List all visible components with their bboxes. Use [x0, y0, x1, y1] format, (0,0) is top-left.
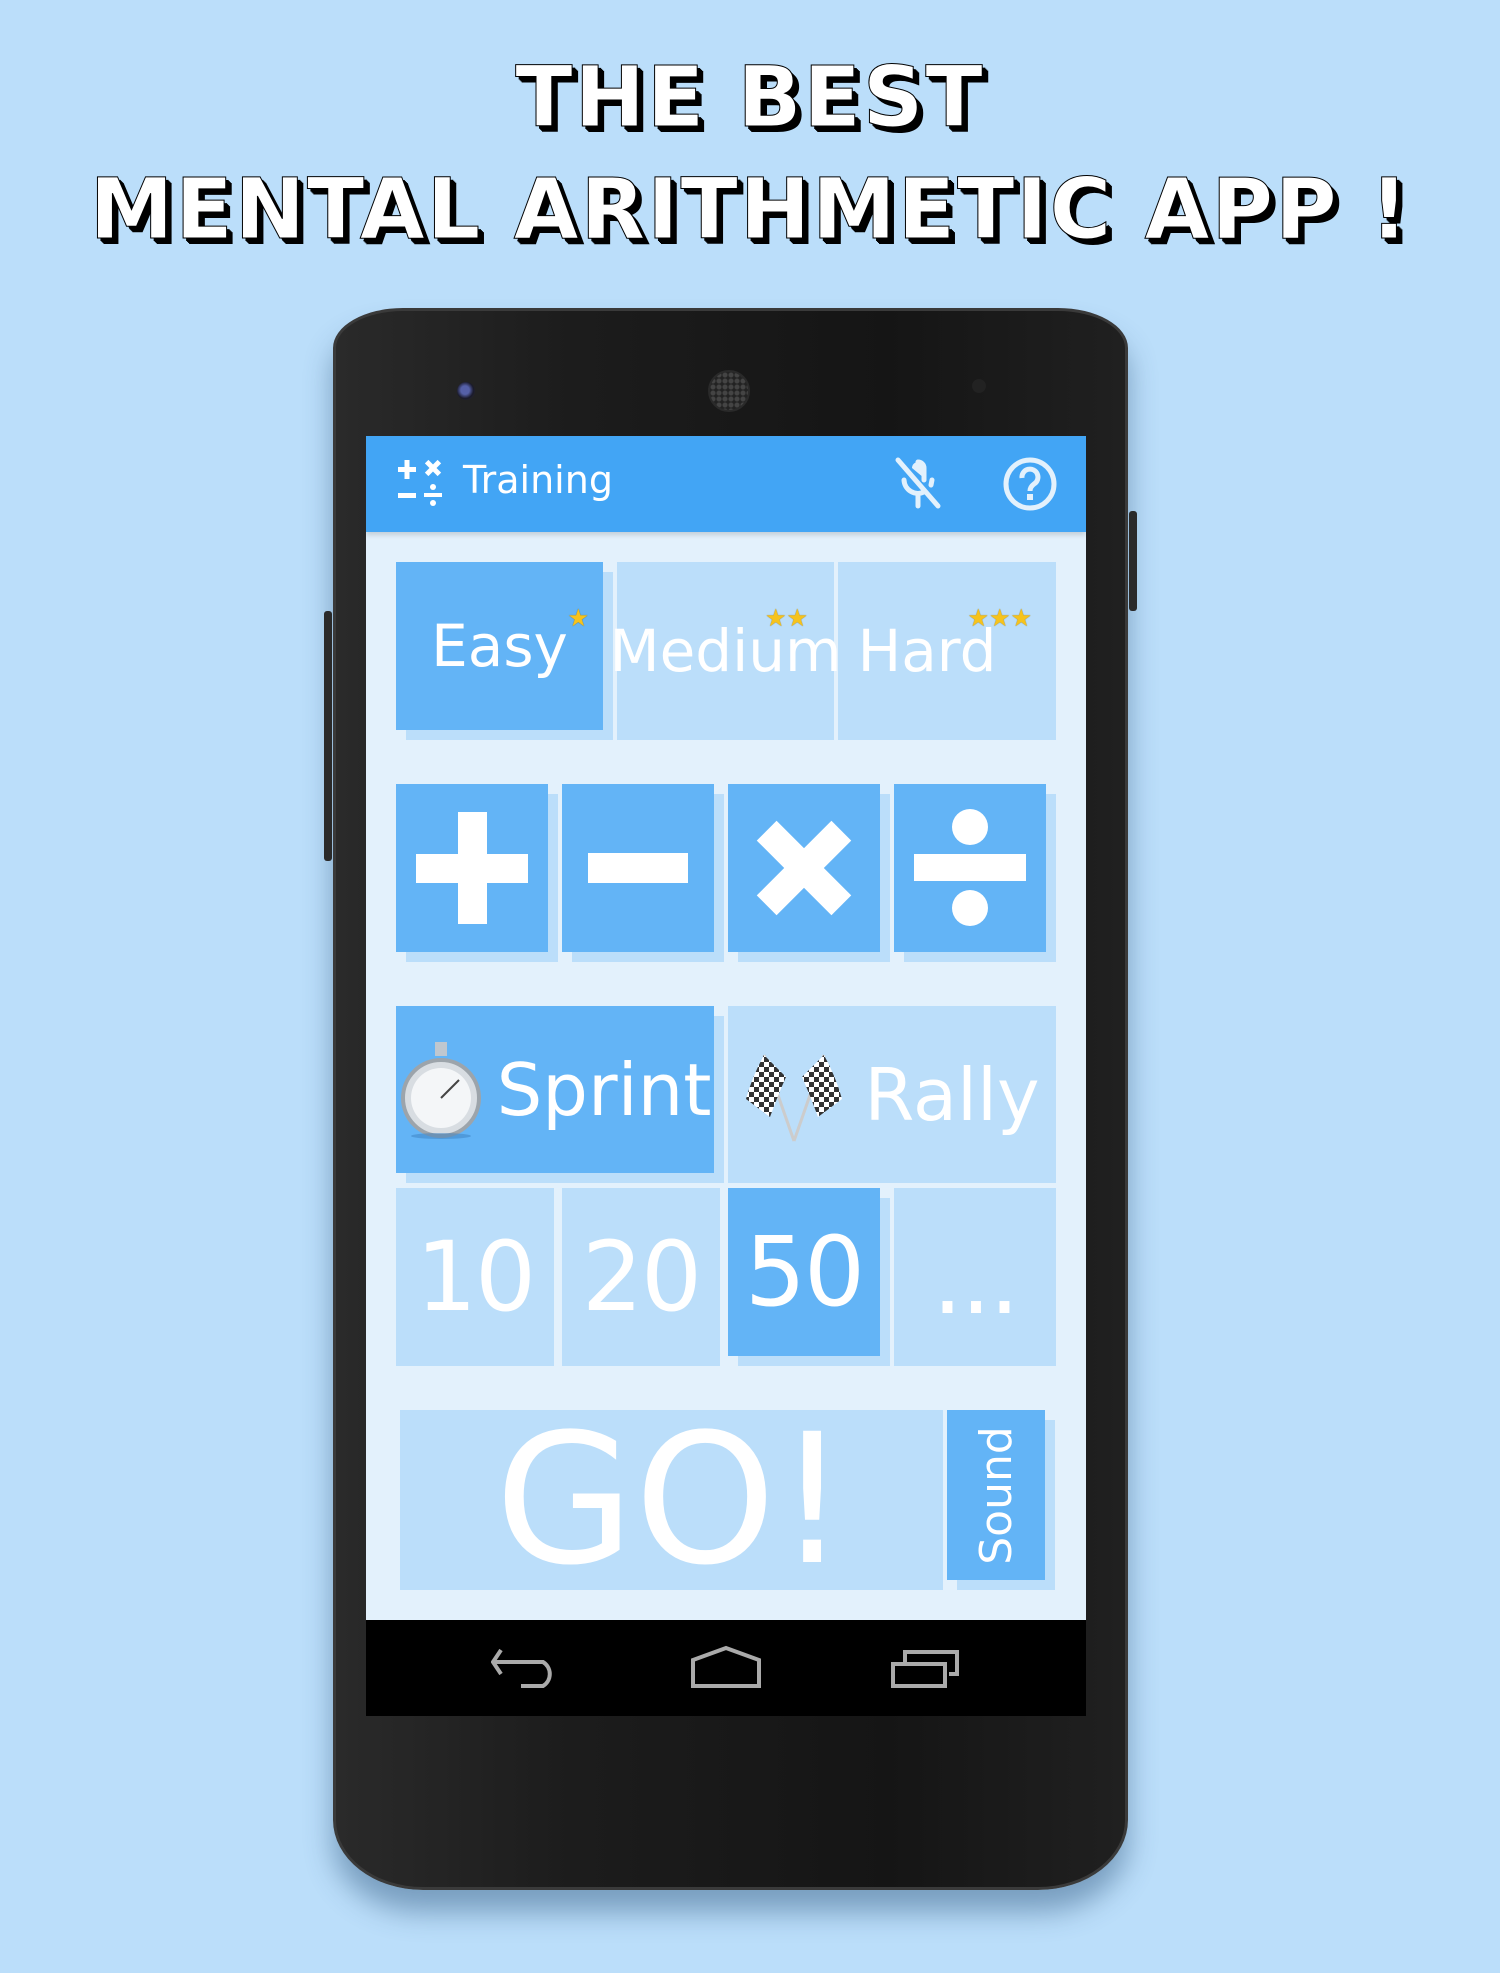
divide-icon [914, 809, 1026, 926]
stopwatch-icon [400, 1041, 481, 1139]
arithmetic-operators-icon [398, 459, 442, 506]
difficulty-hard-button[interactable]: Hard ★★★ [838, 562, 1056, 740]
operation-division-button[interactable] [894, 784, 1046, 952]
sound-toggle[interactable]: Sound [947, 1410, 1045, 1580]
app-bar: Training [366, 436, 1086, 532]
go-label: GO! [494, 1395, 849, 1605]
star-icon: ★ [567, 604, 589, 632]
count-label: 10 [415, 1221, 536, 1333]
proximity-sensor [972, 379, 986, 393]
front-camera [457, 382, 475, 400]
checkered-flags-icon [746, 1054, 843, 1141]
count-more-button[interactable]: ... [894, 1188, 1056, 1366]
minus-icon [588, 853, 688, 883]
recents-icon[interactable] [891, 1644, 961, 1692]
operation-multiplication-button[interactable] [728, 784, 880, 952]
times-icon [756, 820, 852, 916]
help-icon[interactable] [1002, 456, 1058, 512]
mode-label: Sprint [496, 1047, 712, 1132]
count-20-button[interactable]: 20 [562, 1188, 720, 1366]
mode-label: Rally [864, 1052, 1040, 1137]
earpiece-speaker [708, 370, 750, 412]
difficulty-easy-button[interactable]: Easy ★ [396, 562, 603, 730]
go-button[interactable]: GO! [400, 1396, 943, 1605]
count-10-button[interactable]: 10 [396, 1188, 554, 1366]
count-50-button[interactable]: 50 [728, 1188, 880, 1356]
sound-label: Sound [970, 1425, 1022, 1565]
promo-headline-line1: THE BEST [515, 48, 985, 147]
mic-off-icon[interactable] [892, 456, 944, 512]
back-icon[interactable] [491, 1644, 561, 1692]
plus-icon [416, 812, 528, 924]
promo-headline-line2: MENTAL ARITHMETIC APP ! [89, 160, 1411, 259]
mode-rally-button[interactable]: Rally [728, 1006, 1056, 1183]
app-title: Training [463, 458, 613, 502]
home-icon[interactable] [691, 1644, 761, 1692]
star-icon: ★★★ [967, 604, 1032, 632]
power-button [1129, 511, 1137, 611]
count-label: ... [932, 1224, 1020, 1336]
difficulty-label: Easy [431, 612, 568, 680]
difficulty-medium-button[interactable]: Medium ★★ [610, 562, 841, 740]
mode-sprint-button[interactable]: Sprint [396, 1006, 714, 1173]
count-label: 50 [744, 1216, 865, 1328]
app-screen: Training Easy ★ Medium ★★ Hard ★★★ Sprin… [366, 436, 1086, 1716]
count-label: 20 [581, 1221, 702, 1333]
operation-addition-button[interactable] [396, 784, 548, 952]
volume-button [324, 611, 332, 861]
system-nav-bar [366, 1620, 1086, 1716]
operation-subtraction-button[interactable] [562, 784, 714, 952]
star-icon: ★★ [764, 604, 808, 632]
